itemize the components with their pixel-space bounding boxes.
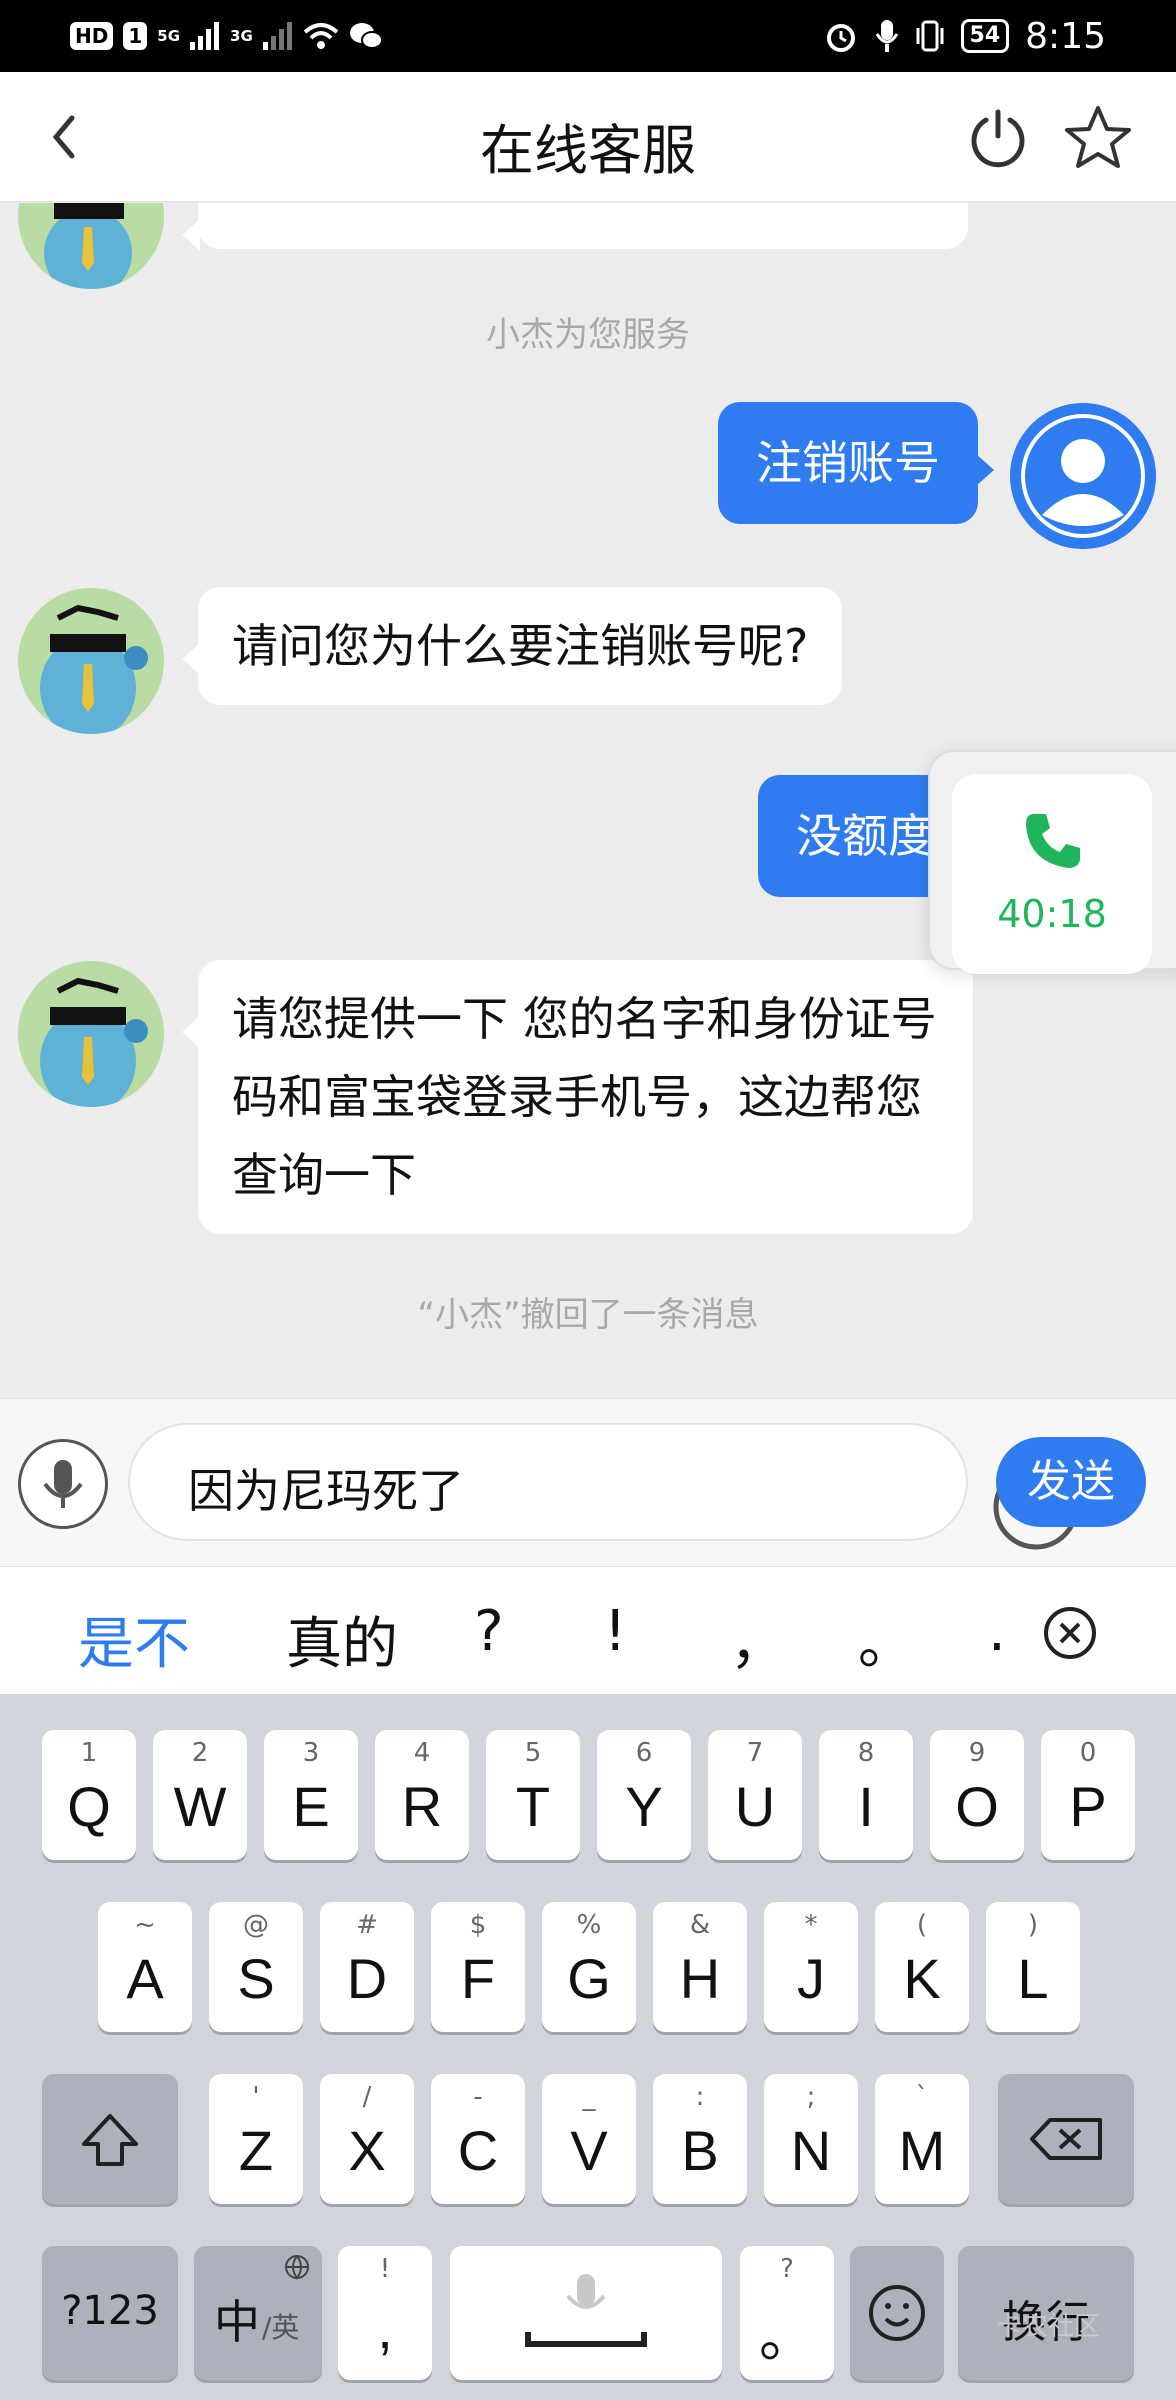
alarm-icon bbox=[826, 24, 855, 52]
shift-icon bbox=[82, 2114, 138, 2166]
candidate-item[interactable]: ， bbox=[730, 1599, 786, 1680]
key-e[interactable]: 3E bbox=[264, 1730, 358, 1860]
power-icon bbox=[971, 109, 1025, 168]
language-key[interactable]: 中 /英 bbox=[194, 2246, 322, 2380]
recall-note: “小杰”撤回了一条消息 bbox=[417, 1295, 759, 1335]
key-a[interactable]: ~ A bbox=[98, 1902, 192, 2032]
header: 在线客服 bbox=[0, 72, 1176, 202]
watermark-logo: 卡农社区 bbox=[996, 2312, 1101, 2342]
network-3g-label: 3G bbox=[230, 27, 253, 45]
space-key[interactable] bbox=[450, 2246, 722, 2380]
candidate-item[interactable]: 是不 bbox=[78, 1599, 190, 1680]
key-b[interactable]: :B bbox=[653, 2074, 747, 2204]
key-z[interactable]: ' Z bbox=[209, 2074, 303, 2204]
key-t[interactable]: 5T bbox=[486, 1730, 580, 1860]
candidate-item[interactable]: ! bbox=[604, 1599, 626, 1664]
previous-agent-bubble bbox=[182, 203, 968, 251]
key-x[interactable]: / X bbox=[320, 2074, 414, 2204]
phone-icon bbox=[1026, 814, 1080, 868]
key-o[interactable]: 9O bbox=[930, 1730, 1024, 1860]
period-key[interactable]: ?。 bbox=[740, 2246, 834, 2380]
status-right: 54 8:15 bbox=[823, 10, 1106, 62]
agent-message-bubble[interactable]: 请问您为什么要注销账号呢? bbox=[181, 587, 843, 705]
agent-avatar[interactable] bbox=[18, 961, 164, 1107]
microphone-icon bbox=[43, 1460, 83, 1508]
comma-key[interactable]: !, bbox=[338, 2246, 432, 2380]
input-bar: 因为尼玛死了 发送 bbox=[0, 1398, 1176, 1566]
key-i[interactable]: 8I bbox=[819, 1730, 913, 1860]
backspace-key[interactable] bbox=[998, 2074, 1134, 2204]
key-s[interactable]: @ S bbox=[209, 1902, 303, 2032]
voice-space-icon bbox=[525, 2274, 647, 2347]
key-q[interactable]: 1Q bbox=[42, 1730, 136, 1860]
vibrate-icon bbox=[916, 20, 944, 52]
mascot-avatar-icon bbox=[18, 588, 164, 734]
key-v[interactable]: _ V bbox=[542, 2074, 636, 2204]
key-r[interactable]: 4R bbox=[375, 1730, 469, 1860]
wechat-icon bbox=[349, 23, 383, 49]
end-session-button[interactable] bbox=[966, 106, 1030, 170]
close-circle-icon bbox=[1044, 1607, 1096, 1659]
call-duration: 40:18 bbox=[997, 892, 1107, 936]
key-u[interactable]: 7U bbox=[708, 1730, 802, 1860]
keyboard: 1Q 2W 3E 4R 5T 6Y 7U 8I 9O 0P ~ A @ S # D $… bbox=[0, 1694, 1176, 2400]
favorite-button[interactable] bbox=[1064, 104, 1132, 172]
star-icon bbox=[1065, 106, 1131, 168]
key-f[interactable]: $ F bbox=[431, 1902, 525, 2032]
status-bar: HD 1 5G 3G 54 8:15 bbox=[0, 0, 1176, 72]
key-h[interactable]: & H bbox=[653, 1902, 747, 2032]
mic-status-icon bbox=[875, 20, 898, 52]
candidate-item[interactable]: 。 bbox=[858, 1599, 914, 1680]
system-note: 小杰为您服务 bbox=[486, 315, 690, 355]
key-j[interactable]: * J bbox=[764, 1902, 858, 2032]
wifi-icon bbox=[303, 23, 339, 49]
candidate-close-button[interactable] bbox=[1040, 1603, 1100, 1663]
mascot-avatar-icon bbox=[18, 203, 164, 289]
key-y[interactable]: 6Y bbox=[597, 1730, 691, 1860]
user-avatar-icon bbox=[1010, 403, 1156, 549]
shift-key[interactable] bbox=[42, 2074, 178, 2204]
mascot-avatar-icon bbox=[18, 961, 164, 1107]
call-widget[interactable]: 40:18 bbox=[928, 750, 1176, 974]
key-c[interactable]: -C bbox=[431, 2074, 525, 2204]
key-n[interactable]: ; N bbox=[764, 2074, 858, 2204]
key-d[interactable]: # D bbox=[320, 1902, 414, 2032]
smiley-icon bbox=[869, 2285, 925, 2341]
key-g[interactable]: % G bbox=[542, 1902, 636, 2032]
user-message-bubble[interactable]: 注销账号 bbox=[718, 402, 994, 524]
status-time: 8:15 bbox=[1025, 15, 1106, 57]
key-k[interactable]: (K bbox=[875, 1902, 969, 2032]
agent-avatar[interactable] bbox=[18, 203, 164, 289]
battery-indicator: 54 bbox=[960, 19, 1010, 53]
user-avatar[interactable] bbox=[1010, 403, 1156, 549]
key-l[interactable]: ) L bbox=[986, 1902, 1080, 2032]
voice-input-button[interactable] bbox=[18, 1439, 108, 1529]
message-input-text: 因为尼玛死了 bbox=[188, 1464, 464, 1518]
backspace-icon bbox=[1030, 2118, 1102, 2160]
key-m[interactable]: ` M bbox=[875, 2074, 969, 2204]
candidate-item[interactable]: . bbox=[988, 1599, 1006, 1664]
hd-badge: HD bbox=[70, 22, 114, 50]
send-button[interactable]: 发送 bbox=[996, 1437, 1146, 1527]
message-input[interactable]: 因为尼玛死了 bbox=[128, 1423, 1079, 1550]
candidate-bar: 是不 真的 ? ! ， 。 . bbox=[0, 1566, 1176, 1694]
numbers-key[interactable]: ?123 bbox=[42, 2246, 178, 2380]
status-left: HD 1 5G 3G bbox=[70, 16, 383, 56]
emoji-key[interactable] bbox=[850, 2246, 944, 2380]
globe-icon bbox=[285, 2255, 309, 2280]
key-w[interactable]: 2W bbox=[153, 1730, 247, 1860]
candidate-item[interactable]: 真的 bbox=[286, 1599, 398, 1680]
signal-icon bbox=[190, 22, 220, 50]
sim-badge: 1 bbox=[123, 22, 148, 50]
signal-weak-icon bbox=[262, 22, 292, 50]
candidate-item[interactable]: ? bbox=[474, 1599, 504, 1664]
agent-avatar[interactable] bbox=[18, 588, 164, 734]
agent-message-bubble[interactable]: 请您提供一下 您的名字和身份证号码和富宝袋登录手机号，这边帮您查询一下 bbox=[182, 960, 973, 1234]
network-5g-label: 5G bbox=[157, 27, 181, 45]
key-p[interactable]: 0P bbox=[1041, 1730, 1135, 1860]
call-widget-card[interactable]: 40:18 bbox=[952, 774, 1152, 974]
